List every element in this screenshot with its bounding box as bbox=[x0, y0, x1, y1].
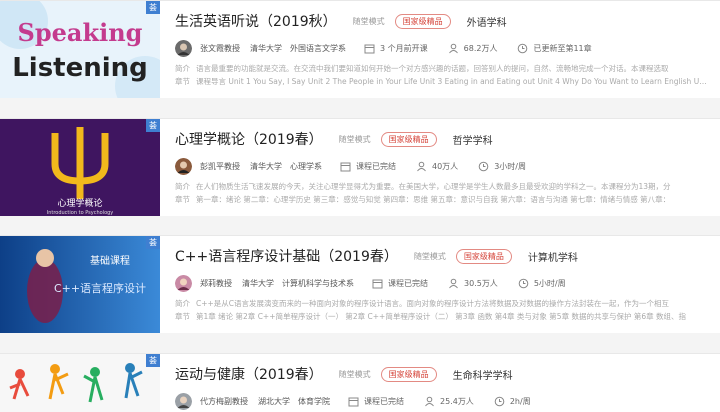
course-intro: 简介 在人们物质生活飞速发展的今天，关注心理学显得尤为重要。在美国大学，心理学是学… bbox=[175, 182, 671, 191]
course-card[interactable]: 荟 运动与健康（2019春） 随堂模式 国家级精品 生命科学学科 代方梅副教授 … bbox=[0, 353, 720, 412]
course-thumbnail[interactable]: 基础课程 C++语言程序设计 荟 bbox=[0, 236, 160, 333]
mode-label: 随堂模式 bbox=[338, 134, 371, 144]
psychology-art: 心理学概论 Introduction to Psychology bbox=[0, 119, 160, 216]
speaking-listening-art: Speaking Listening bbox=[0, 1, 160, 98]
svg-text:Listening: Listening bbox=[12, 53, 148, 83]
course-status: 课程已完结 bbox=[388, 278, 428, 288]
mode-label: 随堂模式 bbox=[352, 16, 385, 26]
course-status: 课程已完结 bbox=[364, 396, 404, 406]
user-icon bbox=[425, 396, 434, 406]
course-title[interactable]: C++语言程序设计基础（2019春） bbox=[175, 246, 398, 266]
avatar[interactable] bbox=[175, 157, 192, 175]
badge-icon: 荟 bbox=[146, 236, 160, 249]
course-progress: 5小时/周 bbox=[533, 278, 566, 288]
clock-icon bbox=[518, 43, 528, 53]
school-name[interactable]: 清华大学 bbox=[250, 161, 282, 172]
svg-text:Introduction to Psychology: Introduction to Psychology bbox=[47, 210, 114, 216]
course-status: 3 个月前开课 bbox=[380, 43, 428, 53]
course-title[interactable]: 生活英语听说（2019秋） bbox=[175, 11, 337, 31]
user-icon bbox=[448, 43, 458, 53]
learner-count: 30.5万人 bbox=[464, 278, 498, 288]
course-intro: 简介 语言最重要的功能就是交流。在交流中我们要知道如何开始一个对方感兴趣的话题，回… bbox=[175, 64, 669, 73]
subject-label[interactable]: 哲学学科 bbox=[453, 132, 493, 147]
course-thumbnail[interactable]: Speaking Listening 荟 bbox=[0, 1, 160, 98]
badge-icon: 荟 bbox=[146, 119, 160, 132]
course-progress: 3小时/周 bbox=[494, 161, 526, 171]
user-icon bbox=[449, 278, 458, 288]
subject-label[interactable]: 外语学科 bbox=[467, 14, 507, 29]
clock-icon bbox=[478, 161, 489, 171]
course-card[interactable]: 心理学概论 Introduction to Psychology 荟 心理学概论… bbox=[0, 118, 720, 216]
mode-label: 随堂模式 bbox=[338, 369, 371, 379]
course-title[interactable]: 运动与健康（2019春） bbox=[175, 364, 323, 384]
department-name: 心理学系 bbox=[290, 161, 322, 171]
course-card[interactable]: 基础课程 C++语言程序设计 荟 C++语言程序设计基础（2019春） 随堂模式… bbox=[0, 235, 720, 333]
calendar-icon bbox=[340, 162, 351, 171]
quality-tag: 国家级精品 bbox=[380, 131, 437, 147]
quality-tag: 国家级精品 bbox=[380, 366, 437, 382]
teacher-name[interactable]: 彭凯平教授 bbox=[200, 161, 240, 172]
calendar-icon bbox=[372, 279, 383, 288]
badge-icon: 荟 bbox=[146, 1, 160, 14]
quality-tag: 国家级精品 bbox=[394, 13, 451, 29]
learner-count: 40万人 bbox=[432, 161, 459, 171]
course-thumbnail[interactable]: 荟 bbox=[0, 354, 160, 412]
mode-label: 随堂模式 bbox=[413, 251, 446, 261]
school-name[interactable]: 湖北大学 bbox=[258, 396, 290, 407]
teacher-name[interactable]: 代方梅副教授 bbox=[200, 396, 248, 407]
calendar-icon bbox=[348, 397, 359, 406]
school-name[interactable]: 清华大学 bbox=[250, 43, 282, 54]
svg-text:心理学概论: 心理学概论 bbox=[57, 197, 102, 209]
calendar-icon bbox=[364, 44, 375, 53]
cpp-course-art: 基础课程 C++语言程序设计 bbox=[0, 236, 160, 333]
course-progress: 2h/周 bbox=[509, 396, 531, 406]
clock-icon bbox=[518, 278, 529, 288]
subject-label[interactable]: 计算机学科 bbox=[528, 249, 578, 264]
teacher-name[interactable]: 郑莉教授 bbox=[200, 278, 232, 289]
course-card[interactable]: Speaking Listening 荟 生活英语听说（2019秋） 随堂模式 … bbox=[0, 0, 720, 98]
department-name: 计算机科学与技术系 bbox=[282, 278, 354, 288]
course-title[interactable]: 心理学概论（2019春） bbox=[175, 129, 323, 149]
course-chapters: 章节 第1章 绪论 第2章 C++简单程序设计（一） 第2章 C++简单程序设计（… bbox=[175, 312, 687, 321]
badge-icon: 荟 bbox=[146, 354, 160, 367]
clock-icon bbox=[494, 396, 505, 406]
user-icon bbox=[417, 161, 426, 171]
learner-count: 25.4万人 bbox=[440, 396, 474, 406]
course-intro: 简介 C++是从C语言发展演变而来的一种面向对象的程序设计语言。面向对象的程序设计… bbox=[175, 299, 670, 308]
course-thumbnail[interactable]: 心理学概论 Introduction to Psychology 荟 bbox=[0, 119, 160, 216]
avatar[interactable] bbox=[175, 392, 192, 410]
quality-tag: 国家级精品 bbox=[455, 248, 512, 264]
course-status: 课程已完结 bbox=[356, 161, 396, 171]
svg-text:Speaking: Speaking bbox=[18, 18, 143, 47]
avatar[interactable] bbox=[175, 39, 192, 57]
svg-text:基础课程: 基础课程 bbox=[90, 254, 130, 267]
subject-label[interactable]: 生命科学学科 bbox=[453, 367, 513, 382]
school-name[interactable]: 清华大学 bbox=[242, 278, 274, 289]
course-progress: 已更新至第11章 bbox=[533, 43, 592, 53]
avatar[interactable] bbox=[175, 274, 192, 292]
course-chapters: 章节 第一章：绪论 第二章：心理学历史 第三章：感觉与知觉 第四章：思维 第五章：… bbox=[175, 195, 671, 204]
department-name: 外国语言文学系 bbox=[290, 43, 346, 53]
svg-text:C++语言程序设计: C++语言程序设计 bbox=[54, 281, 146, 295]
teacher-name[interactable]: 张文霞教授 bbox=[200, 43, 240, 54]
department-name: 体育学院 bbox=[298, 396, 330, 406]
learner-count: 68.2万人 bbox=[463, 43, 498, 53]
sports-art bbox=[0, 354, 160, 412]
course-chapters: 章节 课程导言 Unit 1 You Say, I Say Unit 2 The … bbox=[175, 77, 710, 86]
